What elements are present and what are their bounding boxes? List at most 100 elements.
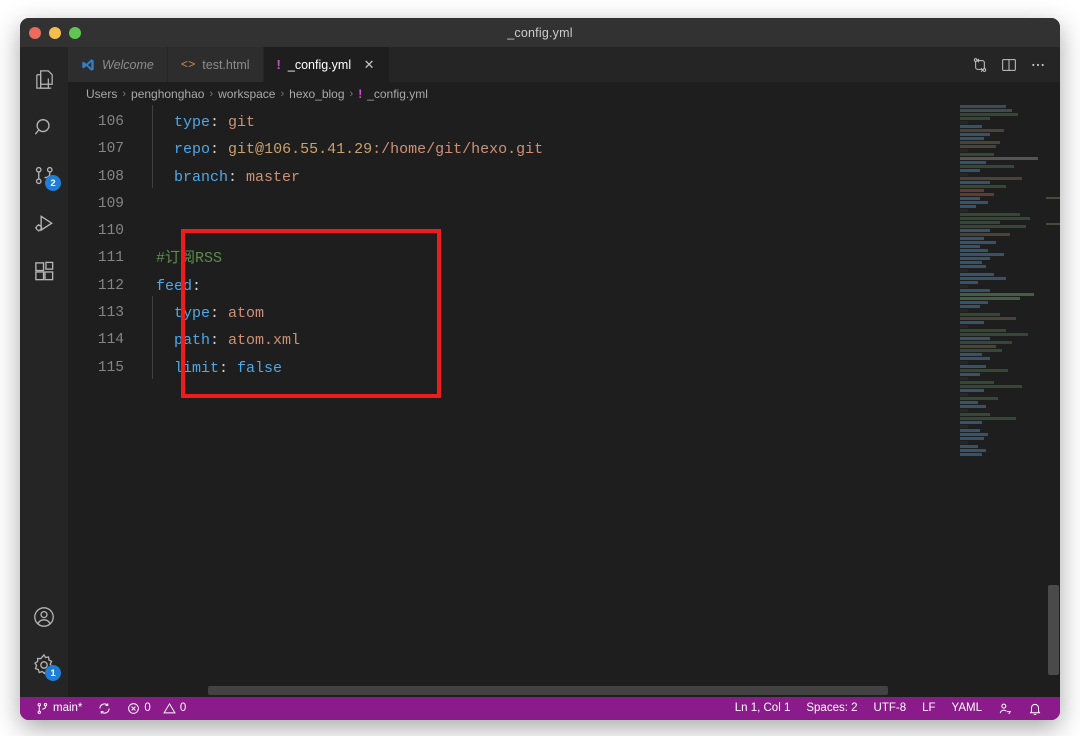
sidebar-item-source-control[interactable]: 2 (20, 151, 68, 199)
minimize-window-button[interactable] (49, 26, 61, 39)
minimap-line (960, 353, 982, 356)
toggle-panel-icon[interactable] (1001, 57, 1017, 73)
minimap-line (960, 357, 990, 360)
minimap-line (960, 337, 990, 340)
sync-icon (98, 702, 111, 715)
status-bar-right: Ln 1, Col 1 Spaces: 2 UTF-8 LF YAML (727, 697, 1050, 720)
code-token: #订阅RSS (156, 250, 223, 268)
code-lines[interactable]: 106 type: git 107 repo: git@106.55.41.29:… (68, 105, 543, 382)
line-content[interactable]: path: atom.xml (140, 323, 300, 354)
source-control-badge: 2 (45, 175, 61, 191)
breadcrumb-item-hexo-blog[interactable]: hexo_blog (289, 87, 344, 101)
sidebar-item-run-and-debug[interactable] (20, 199, 68, 247)
activity-bar-top-group: 2 (20, 55, 68, 295)
yaml-icon: ! (276, 57, 281, 72)
tab-welcome[interactable]: Welcome (68, 47, 168, 82)
window-controls[interactable] (29, 18, 81, 47)
status-eol[interactable]: LF (914, 697, 943, 720)
minimap-line (960, 373, 980, 376)
code-editor[interactable]: 106 type: git 107 repo: git@106.55.41.29:… (68, 105, 1060, 697)
line-content[interactable]: type: atom (140, 296, 264, 327)
code-token: type (174, 305, 211, 323)
sidebar-item-search[interactable] (20, 103, 68, 151)
breadcrumb-item-file[interactable]: _config.yml (367, 87, 428, 101)
minimap-line (960, 145, 996, 148)
breadcrumb-item-users[interactable]: Users (86, 87, 117, 101)
status-live-share[interactable] (990, 697, 1020, 720)
vertical-scrollbar-thumb[interactable] (1048, 585, 1059, 675)
status-branch-label: main* (53, 702, 83, 714)
minimap-line (960, 105, 1006, 108)
tab-config-yml[interactable]: ! _config.yml ✕ (263, 47, 391, 82)
code-line[interactable]: 115 limit: false (68, 350, 543, 382)
code-line[interactable]: 107 repo: git@106.55.41.29:/home/git/hex… (68, 132, 543, 163)
line-content[interactable]: repo: git@106.55.41.29:/home/git/hexo.gi… (140, 132, 543, 163)
minimap[interactable] (958, 105, 1046, 697)
sidebar-item-accounts[interactable] (20, 593, 68, 641)
line-content[interactable]: type: git (140, 105, 256, 136)
status-indentation[interactable]: Spaces: 2 (798, 697, 865, 720)
horizontal-scrollbar-thumb[interactable] (208, 686, 888, 695)
more-actions-icon[interactable] (1030, 57, 1046, 73)
minimap-line (960, 445, 978, 448)
tab-label: _config.yml (287, 57, 352, 72)
close-icon[interactable]: ✕ (362, 58, 376, 71)
code-line[interactable]: 113 type: atom (68, 296, 543, 327)
tab-label: Welcome (102, 57, 154, 72)
minimap-line (960, 109, 1012, 112)
code-token: git (228, 114, 256, 131)
line-content[interactable]: #订阅RSS (140, 245, 222, 272)
status-branch[interactable]: main* (28, 697, 90, 720)
minimap-line (960, 397, 998, 400)
html-icon: <> (180, 57, 196, 72)
tab-test-html[interactable]: <> test.html (167, 47, 264, 82)
code-line[interactable]: 114 path: atom.xml (68, 323, 543, 354)
line-content[interactable]: limit: false (140, 350, 282, 382)
code-line[interactable]: 111 #订阅RSS (68, 245, 543, 272)
maximize-window-button[interactable] (69, 26, 81, 39)
minimap-line (960, 249, 988, 252)
vertical-scrollbar[interactable] (1046, 105, 1060, 697)
sidebar-item-extensions[interactable] (20, 247, 68, 295)
breadcrumb-item-workspace[interactable]: workspace (218, 87, 275, 101)
close-window-button[interactable] (29, 26, 41, 39)
error-icon (127, 702, 140, 715)
horizontal-scrollbar[interactable] (68, 685, 1060, 697)
line-content[interactable]: branch: master (140, 159, 300, 191)
vscode-window: _config.yml 2 1 Welcome <> test.html ! _… (20, 18, 1060, 720)
sidebar-item-explorer[interactable] (20, 55, 68, 103)
line-number: 106 (97, 114, 124, 130)
minimap-line (960, 133, 990, 136)
breadcrumb-item-penghonghao[interactable]: penghonghao (131, 87, 204, 101)
status-language-mode[interactable]: YAML (944, 697, 990, 720)
code-line[interactable]: 106 type: git (68, 105, 543, 136)
minimap-line (960, 189, 984, 192)
code-line[interactable]: 110 (68, 218, 543, 245)
status-sync[interactable] (90, 697, 119, 720)
minimap-line (960, 169, 980, 172)
minimap-line (960, 137, 984, 140)
status-encoding[interactable]: UTF-8 (866, 697, 915, 720)
code-line[interactable]: 108 branch: master (68, 159, 543, 191)
editor-toolbar (958, 47, 1060, 82)
status-cursor-position[interactable]: Ln 1, Col 1 (727, 697, 799, 720)
tab-bar: Welcome <> test.html ! _config.yml ✕ (68, 47, 1060, 82)
minimap-line (960, 257, 990, 260)
overview-marker (1046, 197, 1060, 199)
code-line[interactable]: 109 (68, 191, 543, 218)
minimap-line (960, 269, 968, 272)
minimap-line (960, 433, 988, 436)
code-token: path (174, 332, 211, 350)
minimap-line (960, 233, 1010, 236)
code-line[interactable]: 112 feed: (68, 273, 543, 300)
split-editor-icon[interactable] (972, 57, 988, 73)
code-token: : (192, 277, 202, 295)
status-problems[interactable]: 0 0 (119, 697, 194, 720)
sidebar-item-manage-settings[interactable]: 1 (20, 641, 68, 689)
line-content[interactable]: feed: (140, 273, 201, 300)
vscode-logo-icon (81, 58, 95, 72)
status-notifications[interactable] (1020, 697, 1050, 720)
code-token: type (174, 114, 211, 131)
minimap-line (960, 301, 988, 304)
